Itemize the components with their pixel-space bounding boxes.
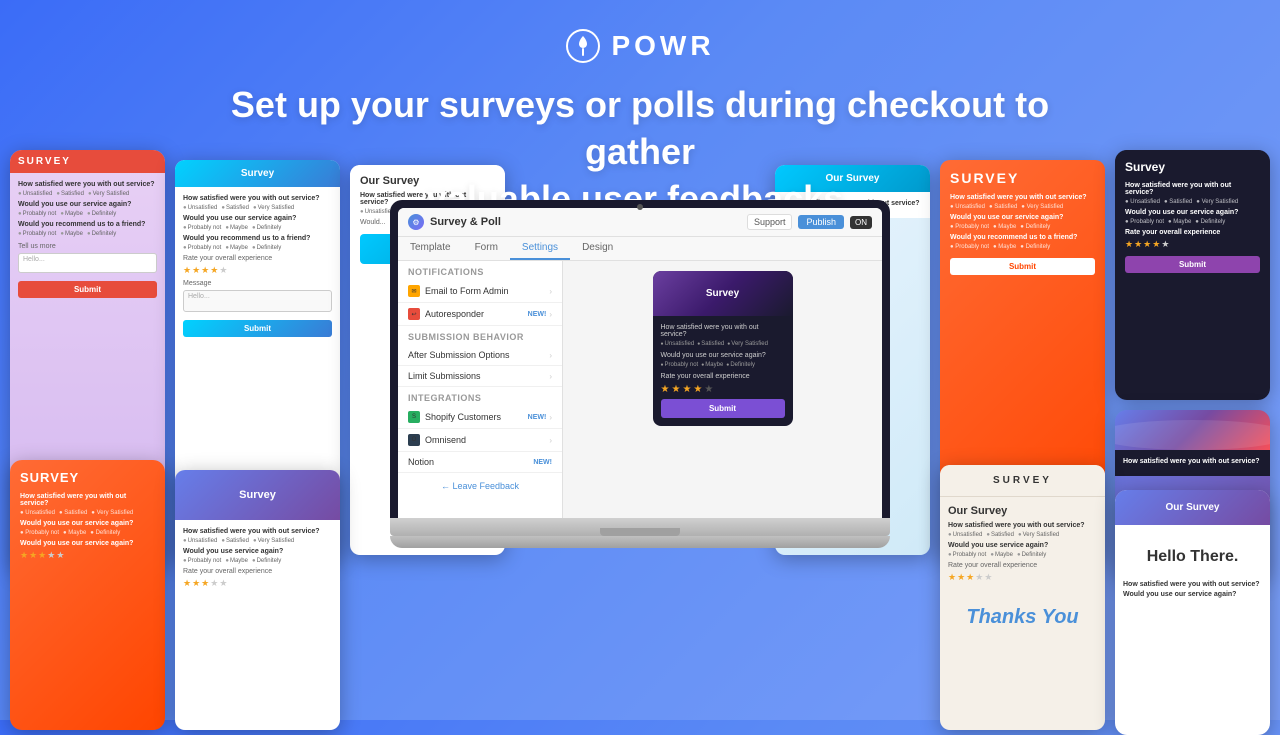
laptop-screen-border: ⚙ Survey & Poll Support Publish ON Templ… (390, 200, 890, 518)
section-integrations: Integrations (398, 387, 562, 406)
setting-limit-submissions[interactable]: Limit Submissions › (398, 366, 562, 387)
chevron-right-icon-6: › (549, 436, 552, 445)
section-submission: Submission Behavior (398, 326, 562, 345)
setting-shopify[interactable]: S Shopify Customers NEW! › (398, 406, 562, 429)
header: POWR Set up your surveys or polls during… (0, 0, 1280, 222)
survey-q3: Rate your overall experience (661, 373, 785, 380)
app-preview: Survey How satisfied were you with out s… (563, 261, 882, 518)
submit-btn-2[interactable]: Submit (183, 320, 332, 337)
submit-btn-3[interactable]: Submit (950, 258, 1095, 275)
survey-preview-card: Survey How satisfied were you with out s… (653, 271, 793, 426)
chevron-right-icon-4: › (549, 372, 552, 381)
app-tabs: Template Form Settings Design (398, 237, 882, 261)
survey-card-bottom-far-left: SURVEY How satisfied were you with out s… (10, 460, 165, 730)
laptop: ⚙ Survey & Poll Support Publish ON Templ… (390, 200, 890, 548)
survey-q2: Would you use our service again? (661, 352, 785, 359)
setting-notion[interactable]: Notion NEW! (398, 452, 562, 473)
powr-logo-icon (565, 28, 601, 64)
app-icon: ⚙ (408, 214, 424, 230)
chevron-right-icon: › (549, 287, 552, 296)
section-notifications: Notifications (398, 261, 562, 280)
survey-card-bottom-mid-left: Survey How satisfied were you with out s… (175, 470, 340, 730)
tab-settings[interactable]: Settings (510, 237, 570, 260)
submit-btn-4[interactable]: Submit (1125, 256, 1260, 273)
thanks-you-text: Thanks You (948, 586, 1097, 649)
setting-email-admin[interactable]: ✉ Email to Form Admin › (398, 280, 562, 303)
tab-design[interactable]: Design (570, 237, 625, 260)
chevron-right-icon-2: › (549, 310, 552, 319)
laptop-stand (390, 536, 890, 548)
setting-omnisend[interactable]: O Omnisend › (398, 429, 562, 452)
tab-template[interactable]: Template (398, 237, 463, 260)
laptop-base (390, 518, 890, 536)
feedback-link[interactable]: ← Leave Feedback (398, 473, 562, 499)
beige-card-header: SURVEY (940, 465, 1105, 497)
logo-area: POWR (565, 28, 714, 64)
app-settings-sidebar: Notifications ✉ Email to Form Admin › (398, 261, 563, 518)
survey-preview-header: Survey (653, 271, 793, 316)
submit-btn[interactable]: Submit (18, 281, 157, 298)
autoresponder-icon: ↩ (408, 308, 420, 320)
laptop-screen: ⚙ Survey & Poll Support Publish ON Templ… (398, 208, 882, 518)
setting-autoresponder[interactable]: ↩ Autoresponder NEW! › (398, 303, 562, 326)
logo-text: POWR (611, 30, 714, 62)
support-button[interactable]: Support (747, 214, 793, 230)
on-toggle[interactable]: ON (850, 216, 872, 229)
omnisend-icon: O (408, 434, 420, 446)
setting-after-submission[interactable]: After Submission Options › (398, 345, 562, 366)
app-body: Notifications ✉ Email to Form Admin › (398, 261, 882, 518)
content-area: SURVEY How satisfied were you with out s… (0, 180, 1280, 720)
chevron-right-icon-5: › (549, 413, 552, 422)
survey-card-bottom-center-right: SURVEY Our Survey How satisfied were you… (940, 465, 1105, 730)
app-topbar-actions: Support Publish ON (747, 214, 872, 230)
app-container: ⚙ Survey & Poll Support Publish ON Templ… (398, 208, 882, 518)
email-icon: ✉ (408, 285, 420, 297)
app-topbar: ⚙ Survey & Poll Support Publish ON (398, 208, 882, 237)
tab-form[interactable]: Form (463, 237, 510, 260)
laptop-camera (637, 204, 643, 210)
survey-submit-button[interactable]: Submit (661, 399, 785, 418)
app-title: Survey & Poll (430, 216, 501, 228)
survey-card-bottom-far-right: Our Survey Hello There. How satisfied we… (1115, 490, 1270, 735)
chevron-right-icon-3: › (549, 351, 552, 360)
publish-button[interactable]: Publish (798, 215, 844, 229)
shopify-icon: S (408, 411, 420, 423)
survey-q1: How satisfied were you with out service? (661, 324, 785, 338)
hello-there-text: Hello There. (1123, 533, 1262, 581)
